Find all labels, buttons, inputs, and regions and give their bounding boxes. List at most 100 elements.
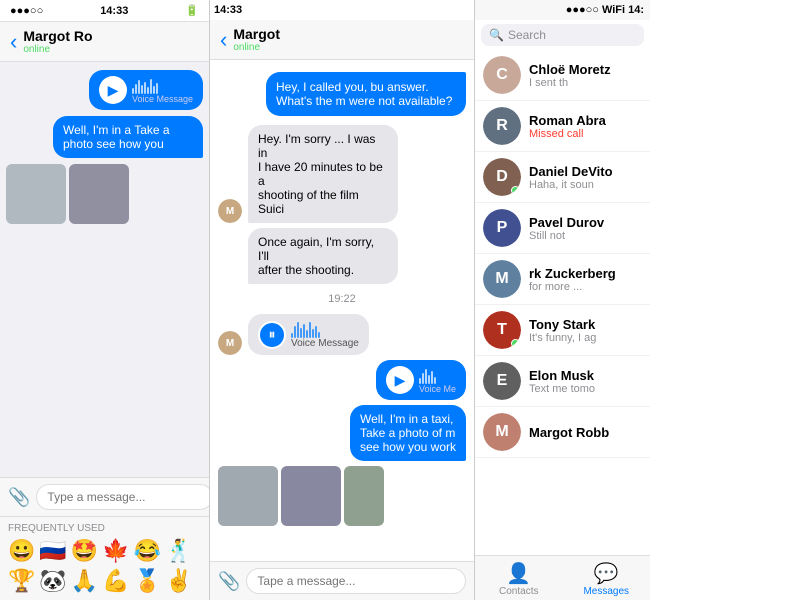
- signal: ●●●○○: [10, 5, 43, 17]
- emoji-2[interactable]: 🇷🇺: [39, 538, 66, 564]
- mid-header: ‹ Margot online: [210, 20, 474, 60]
- contact-info-margot: Margot Robb: [529, 425, 642, 440]
- mid-back-button[interactable]: ‹: [220, 27, 227, 53]
- tab-contacts[interactable]: 👤 Contacts: [475, 556, 563, 600]
- contact-item-roman[interactable]: R Roman Abra Missed call: [475, 101, 650, 152]
- sent-bubble-mid: Well, I'm in a taxi,Take a photo of msee…: [350, 405, 466, 461]
- search-bar[interactable]: 🔍 Search: [481, 24, 644, 46]
- contact-status-elon: Text me tomo: [529, 383, 642, 395]
- contact-info-roman: Roman Abra Missed call: [529, 113, 642, 140]
- left-chat-panel: ●●●○○ 14:33 🔋 ‹ Margot Ro online ▶ Voice…: [0, 0, 210, 600]
- mid-input-area: 📎: [210, 561, 474, 600]
- emoji-8[interactable]: 🐼: [39, 568, 66, 594]
- avatar-chloe: C: [483, 56, 521, 94]
- emoji-10[interactable]: 💪: [102, 568, 129, 594]
- emoji-4[interactable]: 🍁: [102, 538, 129, 564]
- voice-label: Voice Message: [132, 94, 193, 104]
- avatar-roman: R: [483, 107, 521, 145]
- left-status-bar: ●●●○○ 14:33 🔋: [0, 0, 209, 22]
- search-placeholder: Search: [508, 28, 546, 42]
- emoji-1[interactable]: 😀: [8, 538, 35, 564]
- photo-1: [6, 164, 66, 224]
- avatar-margot: M: [483, 413, 521, 451]
- play-button[interactable]: ▶: [99, 76, 127, 104]
- contact-info-tony: Tony Stark It's funny, I ag: [529, 317, 642, 344]
- emoji-6[interactable]: 🕺: [165, 538, 192, 564]
- mid-attach-icon[interactable]: 📎: [218, 571, 240, 592]
- received-voice: ⏸ Voice Message: [248, 314, 369, 355]
- right-wifi: WiFi: [602, 4, 625, 16]
- received-msg-2: Once again, I'm sorry, I'llafter the sho…: [248, 228, 466, 284]
- sent-bubble: Well, I'm in a Take a photo see how you: [53, 116, 203, 158]
- time: 14:33: [100, 5, 128, 17]
- attach-icon[interactable]: 📎: [8, 487, 30, 508]
- emoji-grid: 😀 🇷🇺 🤩 🍁 😂 🕺 🏆 🐼 🙏 💪 🏅 ✌️: [8, 538, 201, 594]
- play-btn-mid[interactable]: ▶: [386, 366, 414, 394]
- emoji-11[interactable]: 🏅: [134, 568, 161, 594]
- contact-status-chloe: I sent th: [529, 77, 642, 89]
- contacts-panel: ●●●○○ WiFi 14: 🔍 Search C Chloë Moretz I…: [475, 0, 650, 600]
- mid-time: 14:33: [214, 4, 242, 16]
- photo-row-mid: [218, 466, 466, 526]
- contacts-list: C Chloë Moretz I sent th R Roman Abra Mi…: [475, 50, 650, 555]
- message-input[interactable]: [36, 484, 210, 510]
- contact-item-elon[interactable]: E Elon Musk Text me tomo: [475, 356, 650, 407]
- emoji-section: FREQUENTLY USED 😀 🇷🇺 🤩 🍁 😂 🕺 🏆 🐼 🙏 💪 🏅 ✌…: [0, 516, 209, 600]
- contact-name-chloe: Chloë Moretz: [529, 62, 642, 77]
- left-header: ‹ Margot Ro online: [0, 22, 209, 62]
- contact-item-daniel[interactable]: D Daniel DeVito Haha, it soun: [475, 152, 650, 203]
- chat-title: Margot Ro: [23, 28, 92, 44]
- mid-chat-messages: Hey, I called you, bu answer. What's the…: [210, 60, 474, 561]
- received-bubble-2: Once again, I'm sorry, I'llafter the sho…: [248, 228, 398, 284]
- chat-messages-left: ▶ Voice Message Well, I'm in a Take a ph…: [0, 62, 209, 477]
- mid-message-input[interactable]: [246, 568, 466, 594]
- avatar-tony: T: [483, 311, 521, 349]
- avatar-elon: E: [483, 362, 521, 400]
- emoji-label: FREQUENTLY USED: [8, 523, 201, 534]
- contacts-tab-icon: 👤: [506, 561, 531, 586]
- tab-messages[interactable]: 💬 Messages: [563, 556, 651, 600]
- emoji-12[interactable]: ✌️: [165, 568, 192, 594]
- emoji-5[interactable]: 😂: [134, 538, 161, 564]
- online-indicator-tony: [511, 339, 520, 348]
- photo-row: [6, 164, 203, 224]
- photo-2: [69, 164, 129, 224]
- avatar-zuckerberg: M: [483, 260, 521, 298]
- right-signal: ●●●○○: [566, 4, 599, 16]
- callout-bubble: Hey, I called you, bu answer. What's the…: [266, 72, 466, 116]
- contact-status-tony: It's funny, I ag: [529, 332, 642, 344]
- messages-tab-icon: 💬: [594, 561, 619, 586]
- contact-info-daniel: Daniel DeVito Haha, it soun: [529, 164, 642, 191]
- mid-chat-title: Margot: [233, 26, 280, 42]
- battery: 🔋: [185, 4, 199, 17]
- back-button[interactable]: ‹: [10, 29, 17, 55]
- contact-item-chloe[interactable]: C Chloë Moretz I sent th: [475, 50, 650, 101]
- emoji-9[interactable]: 🙏: [71, 568, 98, 594]
- contact-info-zuckerberg: rk Zuckerberg for more ...: [529, 266, 642, 293]
- contact-name-elon: Elon Musk: [529, 368, 642, 383]
- waveform-received: [291, 320, 359, 338]
- avatar-pavel: P: [483, 209, 521, 247]
- emoji-3[interactable]: 🤩: [71, 538, 98, 564]
- contact-name-tony: Tony Stark: [529, 317, 642, 332]
- photo-mid-2: [281, 466, 341, 526]
- sent-voice-mid: ▶ Voice Me: [376, 360, 466, 400]
- contact-item-tony[interactable]: T Tony Stark It's funny, I ag: [475, 305, 650, 356]
- contact-info-pavel: Pavel Durov Still not: [529, 215, 642, 242]
- photo-mid-1: [218, 466, 278, 526]
- contact-item-pavel[interactable]: P Pavel Durov Still not: [475, 203, 650, 254]
- received-bubble-1: Hey. I'm sorry ... I was inI have 20 min…: [248, 125, 398, 223]
- contact-item-margot[interactable]: M Margot Robb: [475, 407, 650, 458]
- photo-mid-3: [344, 466, 384, 526]
- timestamp-1: 19:22: [218, 293, 466, 305]
- emoji-7[interactable]: 🏆: [8, 568, 35, 594]
- received-voice-row: M ⏸ Voice Message: [218, 314, 466, 355]
- avatar-daniel: D: [483, 158, 521, 196]
- pause-button[interactable]: ⏸: [258, 321, 286, 349]
- contact-info-elon: Elon Musk Text me tomo: [529, 368, 642, 395]
- contact-item-zuckerberg[interactable]: M rk Zuckerberg for more ...: [475, 254, 650, 305]
- online-status: online: [23, 44, 92, 55]
- received-voice-label: Voice Message: [291, 338, 359, 349]
- waveform: [132, 76, 193, 94]
- sender-avatar: M: [218, 199, 242, 223]
